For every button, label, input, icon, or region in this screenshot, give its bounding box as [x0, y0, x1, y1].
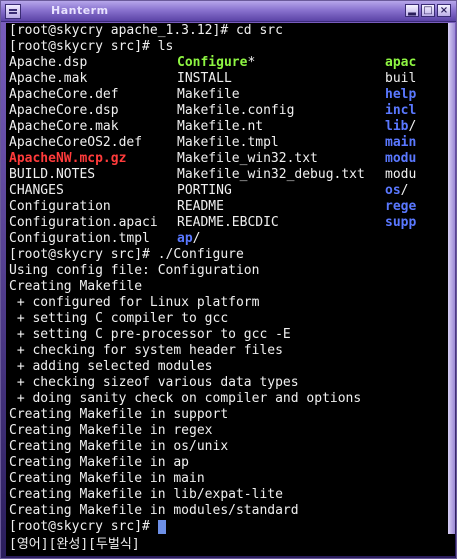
file-entry: ApacheCoreOS2.def	[9, 135, 143, 150]
output-line: + setting C compiler to gcc	[9, 311, 229, 326]
file-entry: modu	[385, 167, 417, 182]
file-entry: Makefile_win32.txt	[177, 151, 318, 166]
file-type-indicator: /	[192, 231, 201, 246]
output-line: Creating Makefile in lib/expat-lite	[9, 487, 283, 502]
file-entry: ap	[177, 231, 193, 246]
file-entry: Configuration.apaci	[9, 215, 158, 230]
file-entry: Configuration.tmpl	[9, 231, 150, 246]
text-cursor	[157, 520, 166, 534]
command-line: [root@skycry src]# ls	[9, 39, 174, 54]
file-entry: PORTING	[177, 183, 232, 198]
input-method-status: [영어][완성][두벌식]	[9, 537, 140, 552]
command-line: [root@skycry apache_1.3.12]# cd src	[9, 23, 283, 38]
output-line: Creating Makefile in modules/standard	[9, 503, 299, 518]
output-line: + setting C pre-processor to gcc -E	[9, 327, 291, 342]
file-entry: CHANGES	[9, 183, 64, 198]
file-entry: INSTALL	[177, 71, 232, 86]
file-entry: lib	[385, 119, 409, 134]
file-entry: Makefile_win32_debug.txt	[177, 167, 365, 182]
minimize-icon[interactable]: ▂	[405, 4, 419, 17]
output-line: + doing sanity check on compiler and opt…	[9, 391, 362, 406]
file-entry: ApacheCore.def	[9, 87, 119, 102]
shell-prompt: [root@skycry src]#	[9, 519, 158, 534]
output-line: + configured for Linux platform	[9, 295, 260, 310]
output-line: Creating Makefile in os/unix	[9, 439, 229, 454]
file-entry: Makefile.tmpl	[177, 135, 279, 150]
output-line: + checking sizeof various data types	[9, 375, 299, 390]
file-entry: Makefile	[177, 87, 240, 102]
file-entry: incl	[385, 103, 417, 118]
file-entry: modu	[385, 151, 417, 166]
scrollbar[interactable]	[448, 23, 455, 534]
close-icon[interactable]: ×	[437, 4, 451, 17]
file-entry: README	[177, 199, 224, 214]
output-line: + checking for system header files	[9, 343, 283, 358]
file-entry: main	[385, 135, 417, 150]
output-line: Using config file: Configuration	[9, 263, 260, 278]
output-line: Creating Makefile	[9, 279, 143, 294]
file-entry: os	[385, 183, 401, 198]
file-entry: Makefile.nt	[177, 119, 264, 134]
maximize-icon[interactable]: □	[421, 4, 435, 17]
file-entry: apac	[385, 55, 417, 70]
file-entry: Makefile.config	[177, 103, 295, 118]
file-entry: Configure	[177, 55, 248, 70]
file-entry: ApacheCore.mak	[9, 119, 119, 134]
output-line: Creating Makefile in regex	[9, 423, 213, 438]
file-type-indicator: *	[247, 55, 256, 70]
file-type-indicator: /	[400, 183, 409, 198]
file-entry: rege	[385, 199, 417, 214]
terminal-window: Hanterm ▂ □ × [root@skycry apache_1.3.12…	[0, 0, 457, 559]
file-entry: BUILD.NOTES	[9, 167, 96, 182]
title-bar[interactable]: Hanterm ▂ □ ×	[1, 1, 456, 22]
file-entry: supp	[385, 215, 417, 230]
file-entry: Apache.dsp	[9, 55, 88, 70]
input-method-status-bar: [영어][완성][두벌식]	[6, 534, 455, 556]
file-entry: Apache.mak	[9, 71, 88, 86]
output-line: Creating Makefile in support	[9, 407, 229, 422]
file-entry: README.EBCDIC	[177, 215, 279, 230]
output-line: Creating Makefile in main	[9, 471, 205, 486]
file-entry: ApacheCore.dsp	[9, 103, 119, 118]
output-line: Creating Makefile in ap	[9, 455, 190, 470]
output-line: [root@skycry src]# ./Configure	[9, 247, 244, 262]
window-menu-icon[interactable]	[5, 4, 21, 19]
terminal-screen[interactable]: [root@skycry apache_1.3.12]# cd src [roo…	[6, 23, 448, 534]
file-entry: Configuration	[9, 199, 111, 214]
file-type-indicator: /	[408, 119, 417, 134]
file-entry: ApacheNW.mcp.gz	[9, 151, 127, 166]
file-entry: help	[385, 87, 417, 102]
window-title: Hanterm	[51, 4, 109, 17]
output-line: + adding selected modules	[9, 359, 213, 374]
file-entry: buil	[385, 71, 417, 86]
